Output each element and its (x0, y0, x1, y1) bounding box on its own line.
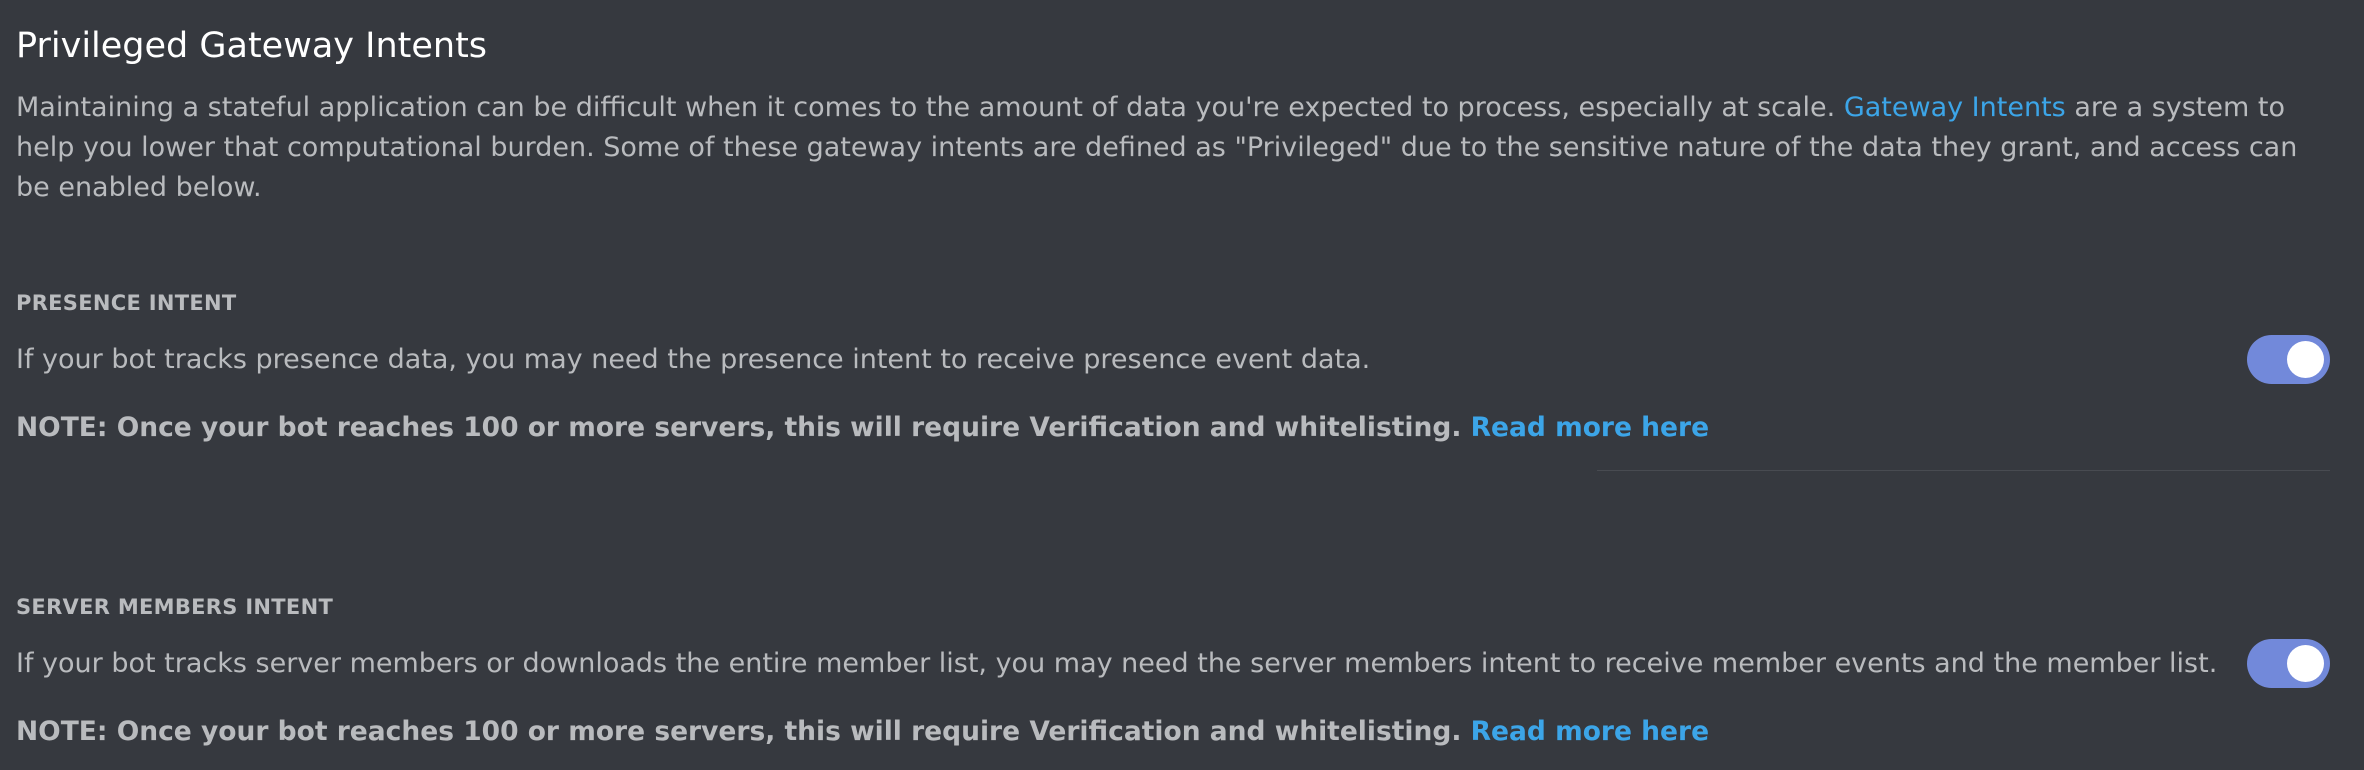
intro-text-before: Maintaining a stateful application can b… (16, 92, 1844, 123)
server-members-note-text: NOTE: Once your bot reaches 100 or more … (16, 716, 1462, 747)
intro-paragraph: Maintaining a stateful application can b… (16, 88, 2316, 208)
presence-intent-note: NOTE: Once your bot reaches 100 or more … (16, 408, 1709, 448)
presence-intent-description: If your bot tracks presence data, you ma… (16, 344, 1371, 375)
server-members-read-more-link[interactable]: Read more here (1471, 716, 1709, 747)
presence-note-text: NOTE: Once your bot reaches 100 or more … (16, 412, 1462, 443)
section-divider (1597, 470, 2330, 471)
toggle-knob (2287, 341, 2324, 378)
presence-intent-label: PRESENCE INTENT (16, 291, 237, 315)
server-members-intent-toggle[interactable] (2247, 639, 2330, 688)
server-members-intent-description: If your bot tracks server members or dow… (16, 648, 2218, 679)
gateway-intents-link[interactable]: Gateway Intents (1844, 92, 2066, 123)
page-title: Privileged Gateway Intents (16, 26, 488, 66)
toggle-knob (2287, 645, 2324, 682)
presence-intent-toggle[interactable] (2247, 335, 2330, 384)
presence-read-more-link[interactable]: Read more here (1471, 412, 1709, 443)
server-members-intent-note: NOTE: Once your bot reaches 100 or more … (16, 712, 1709, 752)
server-members-intent-label: SERVER MEMBERS INTENT (16, 595, 334, 619)
